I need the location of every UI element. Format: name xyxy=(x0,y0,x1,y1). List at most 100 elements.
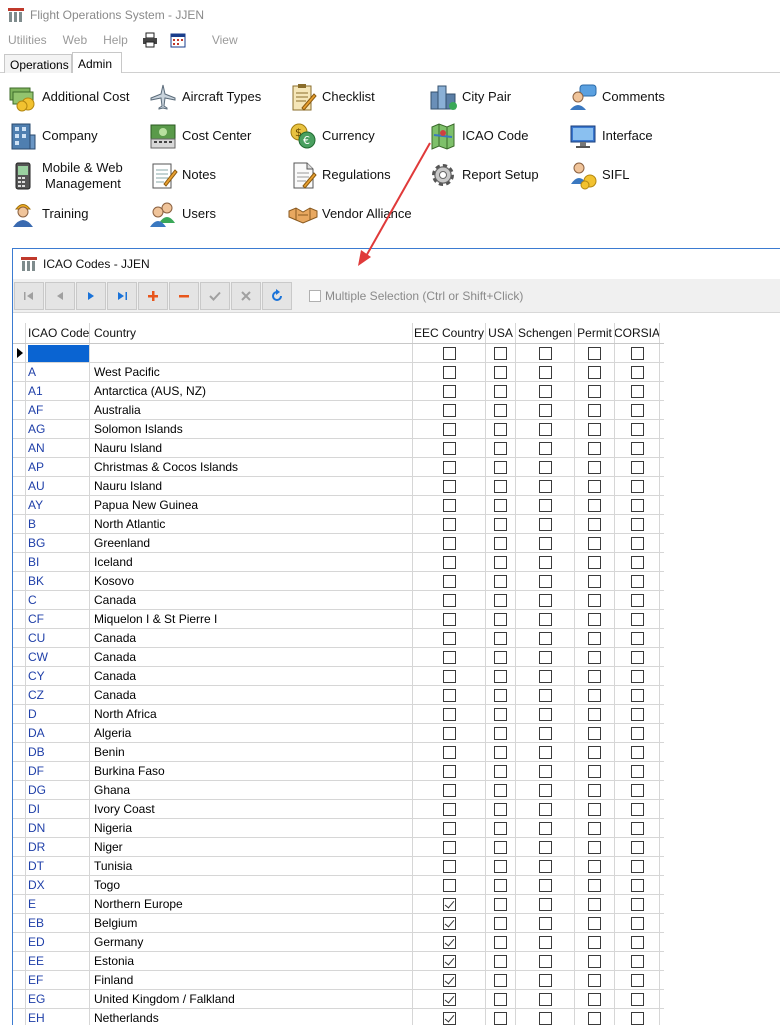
corsia-checkbox[interactable] xyxy=(630,365,644,379)
eec-country-checkbox[interactable] xyxy=(442,935,456,949)
previous-record-button[interactable] xyxy=(45,281,75,310)
corsia-checkbox[interactable] xyxy=(630,783,644,797)
table-row[interactable]: DN Nigeria xyxy=(13,819,664,838)
table-row[interactable]: EF Finland xyxy=(13,971,664,990)
corsia-checkbox[interactable] xyxy=(630,992,644,1006)
delete-record-button[interactable] xyxy=(169,281,199,310)
corsia-checkbox[interactable] xyxy=(630,574,644,588)
ribbon-comments[interactable]: Comments xyxy=(568,80,665,114)
header-corsia[interactable]: CORSIA xyxy=(615,323,660,343)
permit-checkbox[interactable] xyxy=(588,441,601,455)
table-row[interactable]: AN Nauru Island xyxy=(13,439,664,458)
schengen-checkbox[interactable] xyxy=(538,536,552,550)
eec-country-checkbox[interactable] xyxy=(442,745,456,759)
usa-checkbox[interactable] xyxy=(494,764,507,778)
permit-checkbox[interactable] xyxy=(588,574,601,588)
multiple-selection-checkbox[interactable]: Multiple Selection (Ctrl or Shift+Click) xyxy=(309,289,523,303)
schengen-checkbox[interactable] xyxy=(538,498,552,512)
permit-checkbox[interactable] xyxy=(588,954,601,968)
country-cell[interactable]: Togo xyxy=(90,876,413,894)
icao-code-editor[interactable] xyxy=(28,344,89,362)
corsia-checkbox[interactable] xyxy=(630,612,644,626)
icao-code-cell[interactable]: EG xyxy=(26,990,90,1008)
schengen-checkbox[interactable] xyxy=(538,726,552,740)
icao-code-cell[interactable]: CY xyxy=(26,667,90,685)
icao-code-cell[interactable]: DX xyxy=(26,876,90,894)
ribbon-training[interactable]: Training xyxy=(8,197,88,231)
table-row[interactable]: AP Christmas & Cocos Islands xyxy=(13,458,664,477)
permit-checkbox[interactable] xyxy=(588,631,601,645)
permit-checkbox[interactable] xyxy=(588,859,601,873)
eec-country-checkbox[interactable] xyxy=(442,916,456,930)
icao-code-cell[interactable]: DR xyxy=(26,838,90,856)
table-row[interactable]: AG Solomon Islands xyxy=(13,420,664,439)
permit-checkbox[interactable] xyxy=(588,460,601,474)
table-row[interactable]: EG United Kingdom / Falkland xyxy=(13,990,664,1009)
permit-checkbox[interactable] xyxy=(588,593,601,607)
usa-checkbox[interactable] xyxy=(494,384,507,398)
usa-checkbox[interactable] xyxy=(494,536,507,550)
country-cell[interactable]: Germany xyxy=(90,933,413,951)
usa-checkbox[interactable] xyxy=(494,517,507,531)
menu-view[interactable]: View xyxy=(204,33,246,47)
usa-checkbox[interactable] xyxy=(494,346,507,360)
eec-country-checkbox[interactable] xyxy=(442,555,456,569)
corsia-checkbox[interactable] xyxy=(630,460,644,474)
next-record-button[interactable] xyxy=(76,281,106,310)
country-cell[interactable]: Greenland xyxy=(90,534,413,552)
corsia-checkbox[interactable] xyxy=(630,802,644,816)
schengen-checkbox[interactable] xyxy=(538,840,552,854)
permit-checkbox[interactable] xyxy=(588,707,601,721)
eec-country-checkbox[interactable] xyxy=(442,1011,456,1025)
corsia-checkbox[interactable] xyxy=(630,479,644,493)
schengen-checkbox[interactable] xyxy=(538,935,552,949)
usa-checkbox[interactable] xyxy=(494,555,507,569)
icao-code-cell[interactable]: AY xyxy=(26,496,90,514)
country-cell[interactable]: North Africa xyxy=(90,705,413,723)
usa-checkbox[interactable] xyxy=(494,916,507,930)
icao-code-cell[interactable]: CW xyxy=(26,648,90,666)
permit-checkbox[interactable] xyxy=(588,840,601,854)
schengen-checkbox[interactable] xyxy=(538,650,552,664)
table-row[interactable]: D North Africa xyxy=(13,705,664,724)
permit-checkbox[interactable] xyxy=(588,346,601,360)
schengen-checkbox[interactable] xyxy=(538,745,552,759)
usa-checkbox[interactable] xyxy=(494,954,507,968)
icao-code-cell[interactable]: A xyxy=(26,363,90,381)
icao-code-cell[interactable]: AN xyxy=(26,439,90,457)
corsia-checkbox[interactable] xyxy=(630,707,644,721)
table-row[interactable]: DT Tunisia xyxy=(13,857,664,876)
menu-utilities[interactable]: Utilities xyxy=(0,33,55,47)
schengen-checkbox[interactable] xyxy=(538,802,552,816)
table-row[interactable]: EE Estonia xyxy=(13,952,664,971)
icao-code-cell[interactable]: EB xyxy=(26,914,90,932)
ribbon-regulations[interactable]: Regulations xyxy=(288,158,391,192)
schengen-checkbox[interactable] xyxy=(538,669,552,683)
eec-country-checkbox[interactable] xyxy=(442,878,456,892)
eec-country-checkbox[interactable] xyxy=(442,441,456,455)
post-edit-button[interactable] xyxy=(200,281,230,310)
permit-checkbox[interactable] xyxy=(588,403,601,417)
eec-country-checkbox[interactable] xyxy=(442,726,456,740)
table-row[interactable]: CU Canada xyxy=(13,629,664,648)
tab-operations[interactable]: Operations xyxy=(4,54,72,74)
corsia-checkbox[interactable] xyxy=(630,935,644,949)
permit-checkbox[interactable] xyxy=(588,688,601,702)
schengen-checkbox[interactable] xyxy=(538,422,552,436)
permit-checkbox[interactable] xyxy=(588,384,601,398)
table-row[interactable]: BK Kosovo xyxy=(13,572,664,591)
icao-code-cell[interactable]: C xyxy=(26,591,90,609)
icao-code-cell[interactable]: EF xyxy=(26,971,90,989)
usa-checkbox[interactable] xyxy=(494,859,507,873)
ribbon-interface[interactable]: Interface xyxy=(568,119,653,153)
corsia-checkbox[interactable] xyxy=(630,669,644,683)
icao-code-cell[interactable]: CZ xyxy=(26,686,90,704)
ribbon-mobile-web-management[interactable]: Mobile & Web Management xyxy=(8,158,123,194)
corsia-checkbox[interactable] xyxy=(630,631,644,645)
table-row[interactable]: CW Canada xyxy=(13,648,664,667)
schengen-checkbox[interactable] xyxy=(538,631,552,645)
schengen-checkbox[interactable] xyxy=(538,859,552,873)
usa-checkbox[interactable] xyxy=(494,498,507,512)
country-cell[interactable]: Australia xyxy=(90,401,413,419)
usa-checkbox[interactable] xyxy=(494,365,507,379)
